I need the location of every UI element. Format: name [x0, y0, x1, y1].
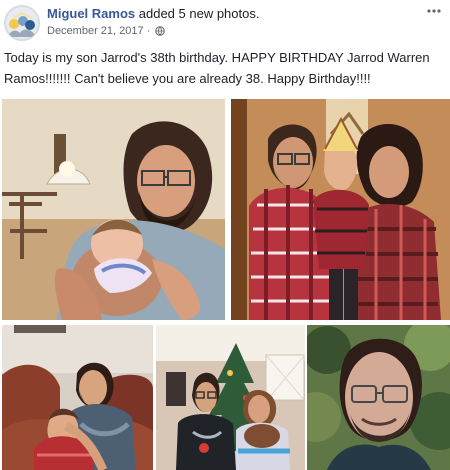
photo-father-and-son-on-couch[interactable] [2, 325, 153, 470]
post-action-text: added 5 new photos. [138, 6, 260, 21]
facebook-post: Miguel Ramos added 5 new photos. Decembe… [0, 0, 450, 470]
post-meta: December 21, 2017 · [47, 24, 166, 40]
post-header: Miguel Ramos added 5 new photos. Decembe… [4, 4, 444, 42]
globe-icon[interactable] [155, 26, 166, 40]
post-date-link[interactable]: December 21, 2017 [47, 25, 144, 37]
meta-separator: · [146, 25, 151, 37]
photo-young-man-portrait[interactable] [307, 325, 450, 470]
author-line: Miguel Ramos added 5 new photos. [47, 6, 259, 22]
photo-family-by-christmas-tree[interactable] [156, 325, 305, 470]
post-caption: Today is my son Jarrod's 38th birthday. … [4, 50, 430, 86]
more-options-icon[interactable] [424, 4, 444, 20]
photo-family-portrait-with-toddler[interactable] [231, 99, 450, 320]
author-avatar[interactable] [4, 5, 40, 41]
photo-father-holding-baby[interactable] [2, 99, 225, 320]
author-name-link[interactable]: Miguel Ramos [47, 6, 135, 21]
